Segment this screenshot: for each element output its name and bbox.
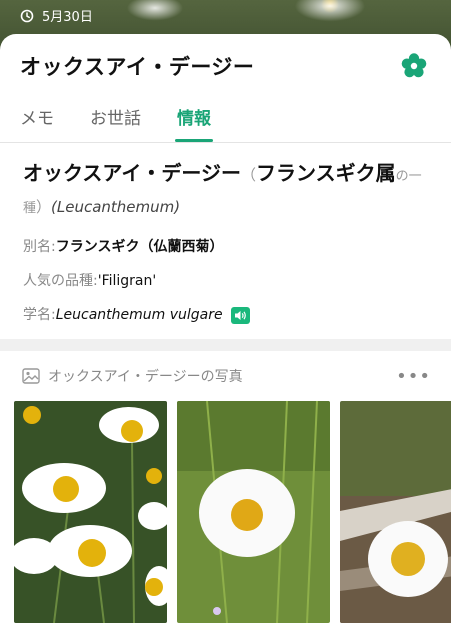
alias-row: 別名: フランスギク（仏蘭西菊）: [23, 237, 431, 257]
plant-detail-sheet: オックスアイ・デージー メモ お世話 情報 オックスアイ・デージー（フランスギク…: [0, 34, 451, 640]
date-label: 5月30日: [42, 10, 93, 25]
photo-row: [0, 401, 451, 623]
cultivar-row: 人気の品種: 'Filigran': [23, 271, 431, 291]
photos-title: オックスアイ・デージーの写真: [48, 369, 243, 385]
tab-memo[interactable]: メモ: [20, 98, 54, 142]
plant-info: オックスアイ・デージー（フランスギク属の一種）(Leucanthemum) 別名…: [0, 143, 451, 325]
tab-info[interactable]: 情報: [175, 98, 213, 142]
scientific-value: Leucanthemum vulgare: [55, 307, 223, 323]
plant-photo-2[interactable]: [177, 401, 330, 623]
cultivar-label: 人気の品種:: [23, 273, 98, 289]
page-title: オックスアイ・デージー: [20, 55, 255, 79]
genus-name: フランスギク属: [256, 161, 396, 185]
photo-gallery-icon: [22, 368, 40, 384]
scientific-name-row: 学名: Leucanthemum vulgare: [23, 305, 431, 325]
clock-icon: [20, 9, 34, 22]
scientific-label: 学名:: [23, 307, 56, 323]
sheet-header: オックスアイ・デージー: [0, 34, 451, 98]
photos-header: オックスアイ・デージーの写真 •••: [0, 351, 451, 401]
cultivar-value: 'Filigran': [97, 273, 157, 289]
alias-value: フランスギク（仏蘭西菊）: [55, 239, 224, 255]
plant-name: オックスアイ・デージー: [23, 161, 241, 185]
tab-bar: メモ お世話 情報: [0, 98, 451, 142]
genus-latin: (Leucanthemum): [51, 198, 181, 216]
tab-care[interactable]: お世話: [90, 98, 141, 142]
plant-photo-1[interactable]: [14, 401, 167, 623]
more-icon[interactable]: •••: [396, 366, 431, 387]
plant-photo-3[interactable]: [340, 401, 451, 623]
plant-name-line: オックスアイ・デージー（フランスギク属の一種）(Leucanthemum): [23, 159, 431, 223]
photos-title-group: オックスアイ・デージーの写真: [22, 366, 243, 386]
alias-label: 別名:: [23, 239, 56, 255]
section-divider: [0, 339, 451, 351]
flower-settings-icon[interactable]: [399, 51, 429, 81]
date-chip: 5月30日: [20, 6, 93, 25]
close-paren: ）: [36, 198, 52, 216]
open-paren: （: [241, 166, 257, 184]
speaker-icon[interactable]: [230, 306, 250, 324]
